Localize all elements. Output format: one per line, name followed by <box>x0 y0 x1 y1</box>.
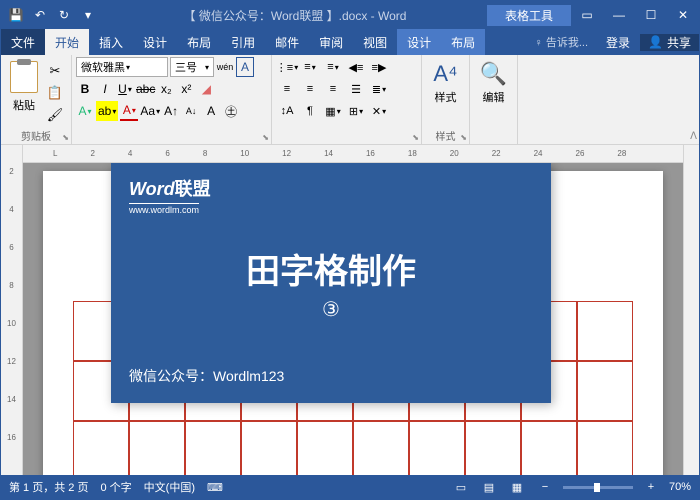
superscript-button[interactable]: x² <box>177 79 195 99</box>
overlay-number: ③ <box>129 297 533 322</box>
grow-font-button[interactable]: A↑ <box>162 101 180 121</box>
qat-more-icon[interactable]: ▾ <box>77 4 99 26</box>
web-layout-icon[interactable]: ▦ <box>507 479 527 495</box>
find-icon: 🔍 <box>480 61 507 87</box>
font-color-icon[interactable]: A▾ <box>120 101 138 121</box>
tab-mailings[interactable]: 邮件 <box>265 29 309 55</box>
font-size-select[interactable]: 三号▾ <box>170 57 214 77</box>
highlight-icon[interactable]: ab▾ <box>96 101 118 121</box>
copy-icon[interactable]: 📋 <box>45 83 65 103</box>
zoom-out-button[interactable]: − <box>535 479 555 495</box>
char-shading-icon[interactable]: A <box>202 101 220 121</box>
numbering-icon[interactable]: ≡▾ <box>299 57 321 77</box>
horizontal-ruler: L246810121416182022242628 <box>23 145 683 163</box>
tab-review[interactable]: 审阅 <box>309 29 353 55</box>
line-spacing-icon[interactable]: ✕▾ <box>368 101 390 121</box>
italic-button[interactable]: I <box>96 79 114 99</box>
text-effects-icon[interactable]: A▾ <box>76 101 94 121</box>
change-case-button[interactable]: Aa▾ <box>140 101 160 121</box>
clear-format-icon[interactable]: ◢ <box>197 79 215 99</box>
paste-icon <box>10 61 38 93</box>
phonetic-guide-icon[interactable]: wén <box>216 57 234 77</box>
tab-table-layout[interactable]: 布局 <box>441 29 485 55</box>
vertical-ruler: 246810121416 <box>1 145 23 475</box>
redo-icon[interactable]: ↻ <box>53 4 75 26</box>
tab-table-design[interactable]: 设计 <box>397 29 441 55</box>
ribbon-options-icon[interactable]: ▭ <box>571 1 603 29</box>
multilevel-icon[interactable]: ≡▾ <box>322 57 344 77</box>
enclose-char-icon[interactable]: ㊏ <box>222 101 240 121</box>
subscript-button[interactable]: x₂ <box>157 79 175 99</box>
tab-layout[interactable]: 布局 <box>177 29 221 55</box>
cut-icon[interactable]: ✂ <box>45 61 65 81</box>
sort-icon[interactable]: ↕A <box>276 101 298 121</box>
font-launcher[interactable]: ⬊ <box>262 133 269 142</box>
clipboard-launcher[interactable]: ⬊ <box>62 133 69 142</box>
table-tools-context: 表格工具 <box>487 5 571 26</box>
title-overlay: Word联盟 www.wordlm.com 田字格制作 ③ 微信公众号：Word… <box>111 163 551 403</box>
tab-home[interactable]: 开始 <box>45 29 89 55</box>
undo-icon[interactable]: ↶ <box>29 4 51 26</box>
close-icon[interactable]: ✕ <box>667 1 699 29</box>
styles-launcher[interactable]: ⬊ <box>460 133 467 142</box>
minimize-icon[interactable]: — <box>603 1 635 29</box>
editing-button[interactable]: 🔍 编辑 <box>470 55 518 144</box>
overlay-subtitle: 微信公众号：Wordlm123 <box>129 366 533 386</box>
print-layout-icon[interactable]: ▤ <box>479 479 499 495</box>
bold-button[interactable]: B <box>76 79 94 99</box>
overlay-url: www.wordlm.com <box>129 203 199 215</box>
paragraph-launcher[interactable]: ⬊ <box>412 133 419 142</box>
format-painter-icon[interactable]: 🖌 <box>45 105 65 125</box>
login-button[interactable]: 登录 <box>596 34 640 51</box>
borders-icon[interactable]: ⊞▾ <box>345 101 367 121</box>
clipboard-group-label: 剪贴板 <box>1 128 71 143</box>
vertical-scrollbar[interactable] <box>683 145 699 475</box>
zoom-slider[interactable] <box>563 486 633 489</box>
increase-indent-icon[interactable]: ≡▶ <box>368 57 390 77</box>
justify-icon[interactable]: ☰ <box>345 79 367 99</box>
status-page[interactable]: 第 1 页，共 2 页 <box>9 479 88 495</box>
align-center-icon[interactable]: ≡ <box>299 79 321 99</box>
window-title: 【 微信公众号：Word联盟 】.docx - Word <box>103 7 487 24</box>
share-button[interactable]: 👤共享 <box>640 34 699 51</box>
tell-me-search[interactable]: ♀ 告诉我... <box>527 34 596 50</box>
status-word-count[interactable]: 0 个字 <box>100 479 131 495</box>
paste-button[interactable]: 粘贴 <box>5 57 43 130</box>
align-left-icon[interactable]: ≡ <box>276 79 298 99</box>
tab-file[interactable]: 文件 <box>1 29 45 55</box>
char-border-icon[interactable]: A <box>236 57 254 77</box>
overlay-title: 田字格制作 <box>129 244 533 293</box>
tab-design[interactable]: 设计 <box>133 29 177 55</box>
tab-view[interactable]: 视图 <box>353 29 397 55</box>
read-mode-icon[interactable]: ▭ <box>451 479 471 495</box>
overlay-logo: Word联盟 <box>129 175 533 201</box>
status-language[interactable]: 中文(中国) <box>144 479 195 495</box>
strikethrough-button[interactable]: abc <box>136 79 155 99</box>
shrink-font-button[interactable]: A↓ <box>182 101 200 121</box>
document-canvas[interactable]: Word联盟 www.wordlm.com 田字格制作 ③ 微信公众号：Word… <box>23 163 683 475</box>
styles-icon: A⁴ <box>433 61 457 87</box>
zoom-level[interactable]: 70% <box>669 481 691 493</box>
underline-button[interactable]: U▾ <box>116 79 134 99</box>
save-icon[interactable]: 💾 <box>5 4 27 26</box>
shading-icon[interactable]: ▦▾ <box>322 101 344 121</box>
distributed-icon[interactable]: ≣▾ <box>368 79 390 99</box>
collapse-ribbon-icon[interactable]: ᐱ <box>690 131 697 142</box>
zoom-in-button[interactable]: + <box>641 479 661 495</box>
align-right-icon[interactable]: ≡ <box>322 79 344 99</box>
show-marks-icon[interactable]: ¶ <box>299 101 321 121</box>
styles-button[interactable]: A⁴ 样式 样式 ⬊ <box>422 55 470 144</box>
maximize-icon[interactable]: ☐ <box>635 1 667 29</box>
status-ime-icon[interactable]: ⌨ <box>207 481 223 494</box>
tab-references[interactable]: 引用 <box>221 29 265 55</box>
share-icon: 👤 <box>648 35 663 49</box>
decrease-indent-icon[interactable]: ◀≡ <box>345 57 367 77</box>
font-name-select[interactable]: 微软雅黑▾ <box>76 57 168 77</box>
tab-insert[interactable]: 插入 <box>89 29 133 55</box>
bullets-icon[interactable]: ⋮≡▾ <box>276 57 298 77</box>
